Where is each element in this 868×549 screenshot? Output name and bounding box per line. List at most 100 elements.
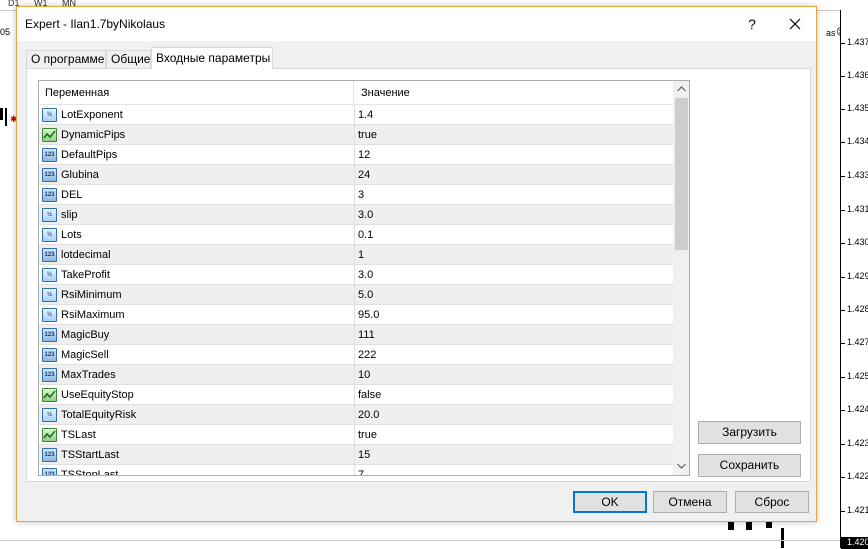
integer-type-icon: 123: [42, 188, 57, 202]
parameter-name: DynamicPips: [61, 129, 126, 141]
column-header-value[interactable]: Значение: [355, 81, 673, 105]
save-button[interactable]: Сохранить: [698, 454, 801, 477]
parameter-name-cell: 123 Glubina: [39, 165, 355, 185]
parameter-row[interactable]: ½ RsiMaximum 95.0: [39, 305, 673, 325]
integer-type-icon: 123: [42, 328, 57, 342]
grid-rows: ½ LotExponent 1.4 DynamicPips true 123 Default…: [39, 105, 673, 476]
price-label: 1.431: [841, 204, 868, 214]
parameter-row[interactable]: ½ slip 3.0: [39, 205, 673, 225]
parameter-name-cell: 123 MaxTrades: [39, 365, 355, 385]
parameter-row[interactable]: UseEquityStop false: [39, 385, 673, 405]
parameters-grid: Переменная Значение ½ LotExponent 1.4 Dynam…: [38, 80, 690, 476]
parameter-name: Lots: [61, 229, 82, 241]
parameter-row[interactable]: 123 MagicBuy 111: [39, 325, 673, 345]
price-label: 1.423: [841, 438, 868, 448]
parameter-name: TSStopLast: [61, 469, 119, 476]
parameter-value[interactable]: 7: [355, 465, 673, 475]
double-type-icon: ½: [42, 268, 57, 282]
price-label: 1.430: [841, 237, 868, 247]
parameter-value[interactable]: 1.4: [355, 105, 673, 125]
price-label: 1.429: [841, 271, 868, 281]
tab-common[interactable]: Общие: [106, 50, 151, 68]
reset-button[interactable]: Сброс: [735, 491, 809, 513]
double-type-icon: ½: [42, 408, 57, 422]
price-label: 1.427: [841, 337, 868, 347]
cancel-button[interactable]: Отмена: [653, 491, 727, 513]
tab-about[interactable]: О программе: [26, 50, 106, 68]
grid-scrollbar[interactable]: [673, 81, 689, 475]
parameter-row[interactable]: 123 lotdecimal 1: [39, 245, 673, 265]
parameter-row[interactable]: ½ RsiMinimum 5.0: [39, 285, 673, 305]
parameter-row[interactable]: 123 DEL 3: [39, 185, 673, 205]
scroll-up-arrow-icon[interactable]: [673, 81, 689, 98]
parameter-name: Glubina: [61, 169, 99, 181]
dialog-title: Expert - Ilan1.7byNikolaus: [25, 17, 166, 31]
double-type-icon: ½: [42, 288, 57, 302]
parameter-name-cell: ½ LotExponent: [39, 105, 355, 125]
close-button[interactable]: [783, 9, 807, 39]
grid-header: Переменная Значение: [39, 81, 673, 105]
scroll-thumb[interactable]: [675, 98, 688, 250]
parameter-row[interactable]: DynamicPips true: [39, 125, 673, 145]
parameter-row[interactable]: TSLast true: [39, 425, 673, 445]
ok-button[interactable]: OK: [573, 491, 647, 513]
parameter-value[interactable]: 111: [355, 325, 673, 345]
tab-inputs[interactable]: Входные параметры: [151, 47, 273, 69]
column-header-variable[interactable]: Переменная: [39, 81, 354, 105]
parameter-value[interactable]: 3.0: [355, 205, 673, 225]
parameter-row[interactable]: 123 MagicSell 222: [39, 345, 673, 365]
parameter-row[interactable]: ½ LotExponent 1.4: [39, 105, 673, 125]
current-price-label: 1.420: [841, 537, 868, 549]
parameter-name-cell: 123 TSStartLast: [39, 445, 355, 465]
parameter-value[interactable]: 10: [355, 365, 673, 385]
chart-fragment-left: 05: [0, 27, 11, 37]
parameter-row[interactable]: 123 TSStopLast 7: [39, 465, 673, 476]
parameter-value[interactable]: 12: [355, 145, 673, 165]
price-label: 1.424: [841, 404, 868, 414]
dialog-titlebar[interactable]: Expert - Ilan1.7byNikolaus ?: [17, 7, 816, 41]
parameter-name-cell: 123 DefaultPips: [39, 145, 355, 165]
parameter-row[interactable]: ½ TakeProfit 3.0: [39, 265, 673, 285]
parameter-row[interactable]: 123 Glubina 24: [39, 165, 673, 185]
parameter-value[interactable]: 3: [355, 185, 673, 205]
chart-candle: [5, 108, 7, 126]
parameter-value[interactable]: true: [355, 125, 673, 145]
integer-type-icon: 123: [42, 468, 57, 475]
help-button[interactable]: ?: [741, 9, 763, 39]
parameter-value[interactable]: false: [355, 385, 673, 405]
parameter-value[interactable]: true: [355, 425, 673, 445]
parameter-row[interactable]: 123 TSStartLast 15: [39, 445, 673, 465]
parameter-value[interactable]: 20.0: [355, 405, 673, 425]
parameter-row[interactable]: 123 MaxTrades 10: [39, 365, 673, 385]
parameter-value[interactable]: 3.0: [355, 265, 673, 285]
scroll-down-arrow-icon[interactable]: [673, 458, 689, 475]
parameter-name-cell: 123 DEL: [39, 185, 355, 205]
price-label: 1.433: [841, 170, 868, 180]
parameter-name-cell: 123 lotdecimal: [39, 245, 355, 265]
parameter-name: TSStartLast: [61, 449, 120, 461]
chart-bottom-divider: [0, 540, 840, 541]
parameter-name: MagicSell: [61, 349, 109, 361]
parameter-row[interactable]: 123 DefaultPips 12: [39, 145, 673, 165]
parameter-name: LotExponent: [61, 109, 123, 121]
parameter-name-cell: ½ RsiMinimum: [39, 285, 355, 305]
parameter-value[interactable]: 1: [355, 245, 673, 265]
parameter-name-cell: ½ slip: [39, 205, 355, 225]
price-label: 1.422: [841, 471, 868, 481]
parameter-name-cell: 123 MagicBuy: [39, 325, 355, 345]
parameter-value[interactable]: 15: [355, 445, 673, 465]
load-button[interactable]: Загрузить: [698, 421, 801, 444]
parameter-row[interactable]: ½ TotalEquityRisk 20.0: [39, 405, 673, 425]
bool-type-icon: [42, 128, 57, 142]
parameter-value[interactable]: 0.1: [355, 225, 673, 245]
parameter-value[interactable]: 24: [355, 165, 673, 185]
parameter-name: TotalEquityRisk: [61, 409, 137, 421]
parameter-value[interactable]: 222: [355, 345, 673, 365]
parameter-value[interactable]: 95.0: [355, 305, 673, 325]
integer-type-icon: 123: [42, 348, 57, 362]
integer-type-icon: 123: [42, 168, 57, 182]
parameter-row[interactable]: ½ Lots 0.1: [39, 225, 673, 245]
parameter-name: slip: [61, 209, 78, 221]
parameter-value[interactable]: 5.0: [355, 285, 673, 305]
parameter-name: DEL: [61, 189, 83, 201]
